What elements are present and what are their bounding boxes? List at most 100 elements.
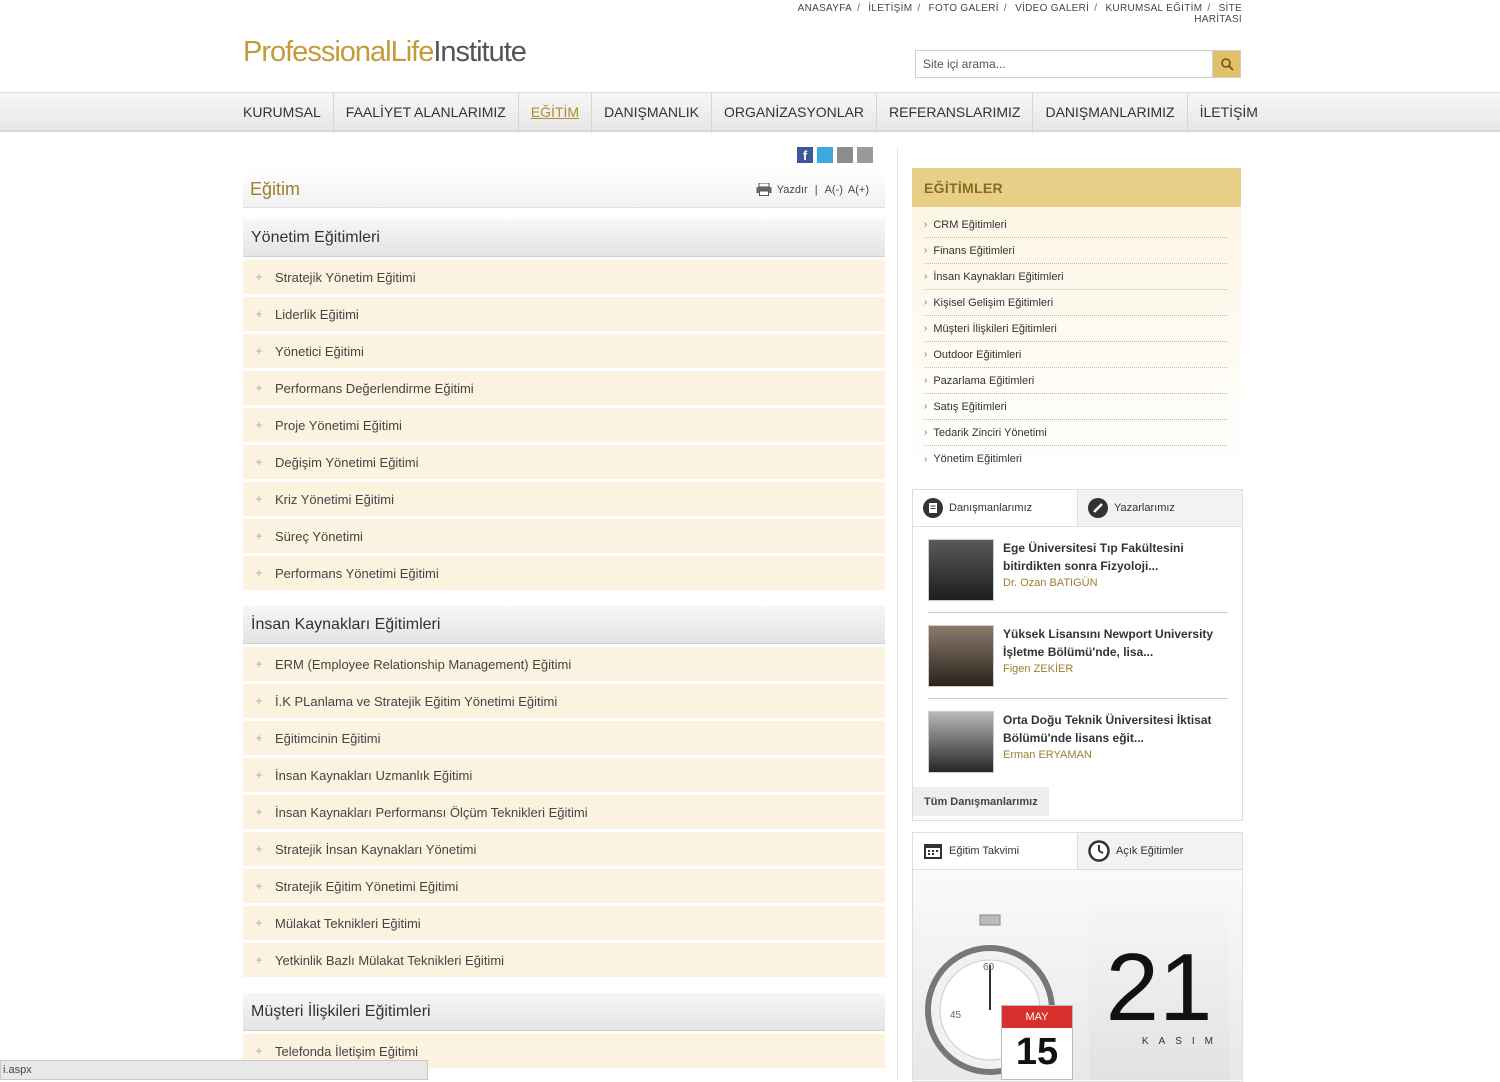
plus-icon: + bbox=[255, 879, 263, 893]
print-share-icon[interactable] bbox=[857, 147, 873, 163]
svg-text:45: 45 bbox=[950, 1010, 962, 1021]
font-increase-link[interactable]: A(+) bbox=[848, 184, 869, 196]
main-nav: KURUMSAL FAALİYET ALANLARIMIZ EĞİTİM DAN… bbox=[0, 92, 1500, 133]
print-link[interactable]: Yazdır bbox=[777, 184, 808, 196]
chevron-right-icon: › bbox=[924, 245, 928, 256]
top-link-video-gallery[interactable]: VİDEO GALERİ bbox=[1015, 3, 1089, 14]
twitter-icon[interactable] bbox=[817, 147, 833, 163]
top-link-photo-gallery[interactable]: FOTO GALERİ bbox=[929, 3, 999, 14]
top-link-contact[interactable]: İLETİŞİM bbox=[868, 3, 912, 14]
chevron-right-icon: › bbox=[924, 349, 928, 360]
advisor-photo bbox=[928, 625, 994, 687]
page-title-bar: Eğitim Yazdır | A(-) A(+) bbox=[243, 170, 885, 208]
sidebar-item[interactable]: › CRM Eğitimleri bbox=[924, 212, 1227, 238]
category-heading: Yönetim Eğitimleri bbox=[243, 219, 885, 257]
plus-icon: + bbox=[255, 694, 263, 708]
nav-iletisim[interactable]: İLETİŞİM bbox=[1188, 93, 1270, 133]
trainings-sidebar: EĞİTİMLER › CRM Eğitimleri › Finans Eğitim… bbox=[912, 168, 1241, 468]
top-link-corporate-training[interactable]: KURUMSAL EĞİTİM bbox=[1105, 3, 1202, 14]
plus-icon: + bbox=[255, 768, 263, 782]
nav-egitim[interactable]: EĞİTİM bbox=[519, 93, 593, 133]
site-logo[interactable]: ProfessionalLifeInstitute bbox=[243, 36, 527, 69]
chevron-right-icon: › bbox=[924, 323, 928, 334]
plus-icon: + bbox=[255, 492, 263, 506]
nav-danismanlarimiz[interactable]: DANIŞMANLARIMIZ bbox=[1033, 93, 1188, 133]
advisor-photo bbox=[928, 711, 994, 773]
list-item[interactable]: + ERM (Employee Relationship Management) … bbox=[243, 647, 885, 681]
nav-organizasyonlar[interactable]: ORGANİZASYONLAR bbox=[712, 93, 878, 133]
sidebar-item[interactable]: › Yönetim Eğitimleri bbox=[924, 446, 1227, 472]
pen-icon bbox=[1088, 498, 1108, 518]
plus-icon: + bbox=[255, 842, 263, 856]
list-item[interactable]: + Performans Yönetimi Eğitimi bbox=[243, 556, 885, 590]
sidebar-item[interactable]: › Finans Eğitimleri bbox=[924, 238, 1227, 264]
list-item[interactable]: + Performans Değerlendirme Eğitimi bbox=[243, 371, 885, 405]
day-display: 21 KASIM bbox=[1089, 900, 1229, 1080]
tab-advisors[interactable]: Danışmanlarımız bbox=[913, 490, 1077, 526]
category-insan-kaynaklari: İnsan Kaynakları Eğitimleri + ERM (Employ… bbox=[243, 606, 885, 977]
sidebar-item[interactable]: › Pazarlama Eğitimleri bbox=[924, 368, 1227, 394]
list-item[interactable]: + Liderlik Eğitimi bbox=[243, 297, 885, 331]
list-item[interactable]: + Değişim Yönetimi Eğitimi bbox=[243, 445, 885, 479]
advisor-photo bbox=[928, 539, 994, 601]
tab-training-calendar[interactable]: Eğitim Takvimi bbox=[913, 833, 1077, 869]
list-item[interactable]: + Kriz Yönetimi Eğitimi bbox=[243, 482, 885, 516]
search-button[interactable] bbox=[1212, 51, 1240, 77]
chevron-right-icon: › bbox=[924, 297, 928, 308]
nav-kurumsal[interactable]: KURUMSAL bbox=[243, 93, 334, 133]
search-input[interactable]: Site içi arama... bbox=[916, 51, 1212, 77]
list-item[interactable]: + İnsan Kaynakları Performansı Ölçüm Tekn… bbox=[243, 795, 885, 829]
plus-icon: + bbox=[255, 381, 263, 395]
category-musteri-iliskileri: Müşteri İlişkileri Eğitimleri + Telefonda… bbox=[243, 993, 885, 1068]
font-decrease-link[interactable]: A(-) bbox=[825, 184, 843, 196]
sidebar-item[interactable]: › Tedarik Zinciri Yönetimi bbox=[924, 420, 1227, 446]
plus-icon: + bbox=[255, 916, 263, 930]
chevron-right-icon: › bbox=[924, 453, 928, 465]
sidebar-item[interactable]: › Kişisel Gelişim Eğitimleri bbox=[924, 290, 1227, 316]
sidebar-item[interactable]: › Satış Eğitimleri bbox=[924, 394, 1227, 420]
all-advisors-button[interactable]: Tüm Danışmanlarımız bbox=[913, 787, 1049, 816]
top-link-home[interactable]: ANASAYFA bbox=[798, 3, 852, 14]
plus-icon: + bbox=[255, 1044, 263, 1058]
plus-icon: + bbox=[255, 953, 263, 967]
page-tools: Yazdır | A(-) A(+) bbox=[756, 183, 869, 196]
list-item[interactable]: + İ.K PLanlama ve Stratejik Eğitim Yöneti… bbox=[243, 684, 885, 718]
category-heading: Müşteri İlişkileri Eğitimleri bbox=[243, 993, 885, 1031]
list-item[interactable]: + Stratejik Yönetim Eğitimi bbox=[243, 260, 885, 294]
list-item[interactable]: + Proje Yönetimi Eğitimi bbox=[243, 408, 885, 442]
sidebar-item[interactable]: › Müşteri İlişkileri Eğitimleri bbox=[924, 316, 1227, 342]
plus-icon: + bbox=[255, 805, 263, 819]
sidebar-item[interactable]: › İnsan Kaynakları Eğitimleri bbox=[924, 264, 1227, 290]
nav-danismanlik[interactable]: DANIŞMANLIK bbox=[592, 93, 712, 133]
clock-icon bbox=[1088, 840, 1110, 862]
plus-icon: + bbox=[255, 529, 263, 543]
nav-faaliyet-alanlarimiz[interactable]: FAALİYET ALANLARIMIZ bbox=[334, 93, 519, 133]
list-item[interactable]: + İnsan Kaynakları Uzmanlık Eğitimi bbox=[243, 758, 885, 792]
share-icons: f bbox=[797, 147, 873, 163]
list-item[interactable]: + Stratejik Eğitim Yönetimi Eğitimi bbox=[243, 869, 885, 903]
advisor-item[interactable]: Yüksek Lisansını Newport University İşle… bbox=[913, 613, 1242, 698]
category-yonetim: Yönetim Eğitimleri + Stratejik Yönetim Eğ… bbox=[243, 219, 885, 590]
list-item[interactable]: + Süreç Yönetimi bbox=[243, 519, 885, 553]
plus-icon: + bbox=[255, 270, 263, 284]
tab-writers[interactable]: Yazarlarımız bbox=[1077, 490, 1242, 526]
advisor-item[interactable]: Orta Doğu Teknik Üniversitesi İktisat Bö… bbox=[913, 699, 1242, 784]
list-item[interactable]: + Stratejik İnsan Kaynakları Yönetimi bbox=[243, 832, 885, 866]
chevron-right-icon: › bbox=[924, 271, 928, 282]
list-item[interactable]: + Eğitimcinin Eğitimi bbox=[243, 721, 885, 755]
search-box: Site içi arama... bbox=[915, 50, 1241, 78]
nav-referanslarimiz[interactable]: REFERANSLARIMIZ bbox=[877, 93, 1034, 133]
advisor-item[interactable]: Ege Üniversitesi Tıp Fakültesini bitirdi… bbox=[913, 527, 1242, 612]
tab-open-trainings[interactable]: Açık Eğitimler bbox=[1077, 833, 1242, 869]
chevron-right-icon: › bbox=[924, 375, 928, 386]
list-item[interactable]: + Mülakat Teknikleri Eğitimi bbox=[243, 906, 885, 940]
list-item[interactable]: + Yetkinlik Bazlı Mülakat Teknikleri Eğit… bbox=[243, 943, 885, 977]
chevron-right-icon: › bbox=[924, 401, 928, 412]
plus-icon: + bbox=[255, 307, 263, 321]
svg-text:60: 60 bbox=[983, 962, 995, 973]
page-title: Eğitim bbox=[250, 179, 301, 199]
email-icon[interactable] bbox=[837, 147, 853, 163]
facebook-icon[interactable]: f bbox=[797, 147, 813, 163]
list-item[interactable]: + Yönetici Eğitimi bbox=[243, 334, 885, 368]
sidebar-item[interactable]: › Outdoor Eğitimleri bbox=[924, 342, 1227, 368]
